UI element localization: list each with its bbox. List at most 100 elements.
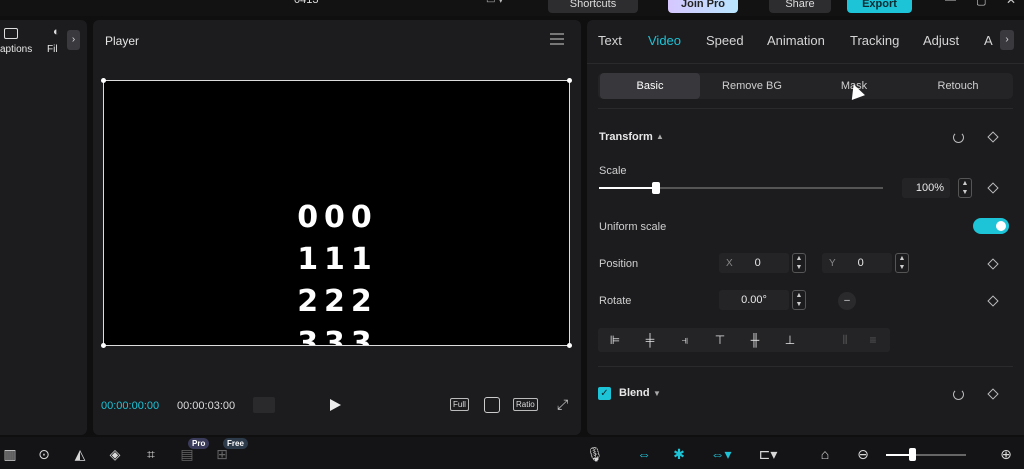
zoom-out-icon[interactable]: ⊖ [855, 446, 871, 462]
tab-more[interactable]: A [984, 33, 993, 48]
tab-captions[interactable]: aptions [0, 44, 32, 55]
magnet-icon[interactable]: ✱ [669, 446, 689, 462]
player-title: Player [105, 34, 140, 48]
subtab-bar: Basic Remove BG Mask Retouch [598, 73, 1013, 99]
crop-icon[interactable]: ⌗ [143, 446, 159, 462]
layout-icon[interactable]: ▭ ▾ [486, 0, 503, 6]
tab-animation[interactable]: Animation [767, 33, 825, 48]
divider [587, 63, 1024, 64]
subtab-remove-bg[interactable]: Remove BG [702, 73, 802, 99]
split-icon[interactable]: ▥ [2, 446, 18, 462]
position-y-value: 0 [857, 257, 864, 269]
scale-slider-fill [599, 187, 656, 189]
minimize-icon[interactable]: — [945, 0, 956, 6]
tab-text[interactable]: Text [598, 33, 622, 48]
reset-icon[interactable] [953, 389, 964, 400]
scale-label: Scale [599, 165, 627, 177]
menu-icon[interactable] [550, 33, 564, 45]
tab-video[interactable]: Video [648, 33, 681, 48]
keyframe-icon[interactable] [987, 131, 999, 143]
position-label: Position [599, 258, 639, 270]
position-y-stepper[interactable]: ▲ ▼ [895, 253, 909, 273]
align-top-icon[interactable]: ⊤ [713, 334, 727, 346]
rotate-icon[interactable]: ◈ [107, 446, 123, 462]
scroll-right-button[interactable]: › [67, 30, 80, 50]
scale-slider-thumb[interactable] [652, 182, 660, 194]
position-x-stepper[interactable]: ▲ ▼ [792, 253, 806, 273]
fit-timeline-icon[interactable]: ⌂ [817, 446, 833, 462]
align-toolbar: ⊫ ╪ ⫣ ⊤ ╫ ⊥ ⫴ ≡ [598, 328, 890, 352]
collapse-icon[interactable]: ▲ [656, 132, 664, 141]
uniform-scale-label: Uniform scale [599, 221, 667, 233]
keyframe-icon[interactable] [987, 295, 999, 307]
full-button[interactable]: Full [450, 398, 469, 411]
shortcuts-label: Shortcuts [569, 0, 617, 10]
left-panel: aptions ◐ Fil › [0, 20, 87, 435]
resize-handle[interactable] [101, 78, 106, 83]
freeze-icon[interactable]: ⊙ [36, 446, 52, 462]
canvas-text: 000 111 222 333 [104, 197, 571, 345]
rotate-field[interactable]: 0.00° [719, 290, 789, 310]
share-button[interactable]: Share [769, 0, 831, 13]
preview-canvas[interactable]: 000 111 222 333 [101, 78, 572, 348]
keyframe-icon[interactable] [987, 258, 999, 270]
snap-icon[interactable]: ⇔▾ [706, 446, 736, 462]
subtab-basic[interactable]: Basic [600, 73, 700, 99]
shortcuts-button[interactable]: Shortcuts [548, 0, 638, 13]
tab-tracking[interactable]: Tracking [850, 33, 899, 48]
scale-stepper[interactable]: ▲ ▼ [958, 178, 972, 198]
microphone-icon[interactable]: 🎙 [586, 446, 604, 462]
canvas-line: 000 [297, 200, 378, 235]
keyframe-icon[interactable] [987, 182, 999, 194]
align-center-v-icon[interactable]: ╫ [748, 334, 762, 346]
resize-handle[interactable] [567, 78, 572, 83]
pro-badge: Pro [188, 438, 210, 449]
align-bottom-icon[interactable]: ⊥ [783, 334, 797, 346]
top-bar: 0413 ▭ ▾ Shortcuts Join Pro Share Export… [0, 0, 1024, 16]
keyframe-icon[interactable] [987, 388, 999, 400]
fit-view-icon[interactable] [484, 397, 500, 413]
tab-filters[interactable]: Fil [47, 44, 58, 55]
captions-icon[interactable] [4, 28, 18, 39]
maximize-icon[interactable]: ▢ [976, 0, 986, 7]
export-button[interactable]: Export [847, 0, 912, 13]
uniform-scale-toggle[interactable] [973, 218, 1009, 234]
canvas-line: 111 [297, 242, 378, 277]
subtab-retouch[interactable]: Retouch [906, 73, 1010, 99]
distribute-h-icon: ⫴ [842, 333, 848, 347]
canvas-line: 333 [297, 326, 378, 345]
scale-input[interactable]: 100% [902, 178, 950, 198]
reset-icon[interactable] [953, 132, 964, 143]
position-y-field[interactable]: Y 0 [822, 253, 892, 273]
inspector-panel: Text Video Speed Animation Tracking Adju… [587, 20, 1024, 435]
tab-adjust[interactable]: Adjust [923, 33, 959, 48]
close-icon[interactable]: ✕ [1006, 0, 1016, 7]
blend-title[interactable]: Blend [619, 387, 650, 399]
align-center-h-icon[interactable]: ╪ [643, 334, 657, 346]
mirror-icon[interactable]: ◭ [72, 446, 88, 462]
rotate-dial[interactable]: – [838, 292, 856, 310]
play-button[interactable] [330, 399, 341, 411]
tabs-scroll-right-button[interactable]: › [1000, 30, 1014, 50]
link-main-track-icon[interactable]: ⇔ [634, 446, 654, 462]
scale-value: 100% [915, 182, 944, 194]
transform-title[interactable]: Transform [599, 131, 653, 143]
align-right-icon[interactable]: ⫣ [678, 334, 692, 346]
blend-checkbox[interactable]: ✓ [598, 387, 611, 400]
rotate-stepper[interactable]: ▲ ▼ [792, 290, 806, 310]
join-pro-button[interactable]: Join Pro [668, 0, 738, 13]
position-x-field[interactable]: X 0 [719, 253, 789, 273]
expand-icon[interactable]: ▼ [653, 389, 661, 398]
align-left-icon[interactable]: ⊫ [608, 334, 622, 346]
waveform-icon[interactable] [253, 397, 275, 413]
zoom-in-icon[interactable]: ⊕ [998, 446, 1014, 462]
tab-speed[interactable]: Speed [706, 33, 744, 48]
position-x-value: 0 [754, 257, 761, 269]
filters-icon[interactable]: ◐ [53, 26, 60, 38]
ratio-button[interactable]: Ratio [513, 398, 538, 411]
distribute-v-icon: ≡ [869, 333, 877, 347]
fullscreen-icon[interactable]: ⤢ [557, 396, 568, 413]
preview-axis-icon[interactable]: ⊏▾ [753, 446, 783, 462]
zoom-slider-thumb[interactable] [909, 448, 916, 461]
rotate-value: 0.00° [741, 294, 767, 306]
